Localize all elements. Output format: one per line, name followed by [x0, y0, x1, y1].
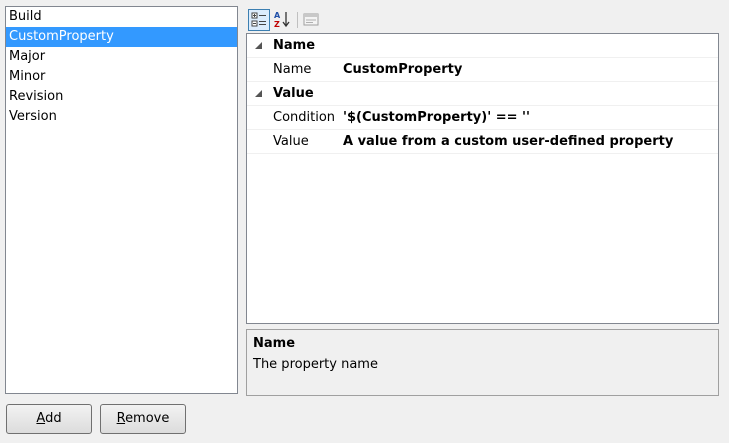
- list-item-minor[interactable]: Minor: [6, 67, 237, 87]
- list-item-revision[interactable]: Revision: [6, 87, 237, 107]
- add-button-mnemonic: A: [36, 411, 46, 426]
- category-label: Value: [273, 86, 314, 101]
- list-item-build[interactable]: Build: [6, 7, 237, 27]
- property-value[interactable]: CustomProperty: [343, 58, 462, 81]
- property-row-value[interactable]: Value A value from a custom user-defined…: [247, 130, 718, 154]
- property-name: Condition: [273, 110, 336, 125]
- property-grid[interactable]: Name Name CustomProperty Value Condition…: [246, 33, 719, 324]
- category-row-name[interactable]: Name: [247, 34, 718, 58]
- list-item-major[interactable]: Major: [6, 47, 237, 67]
- category-row-value[interactable]: Value: [247, 82, 718, 106]
- help-title: Name: [253, 336, 296, 351]
- property-name: Name: [273, 62, 312, 77]
- svg-text:A: A: [274, 11, 281, 20]
- property-value[interactable]: '$(CustomProperty)' == '': [343, 106, 530, 129]
- categorized-icon: [251, 12, 266, 27]
- property-list[interactable]: Build CustomProperty Major Minor Revisio…: [5, 6, 238, 394]
- sort-alphabetical-icon: A Z: [274, 11, 290, 29]
- property-value[interactable]: A value from a custom user-defined prope…: [343, 130, 673, 153]
- property-pages-icon: [303, 13, 319, 26]
- remove-button-label: emove: [125, 411, 170, 426]
- remove-button-mnemonic: R: [116, 411, 126, 426]
- collapse-triangle-icon[interactable]: [255, 42, 262, 49]
- toolbar-separator: [297, 12, 298, 28]
- remove-button[interactable]: Remove: [100, 404, 186, 434]
- property-row-condition[interactable]: Condition '$(CustomProperty)' == '': [247, 106, 718, 130]
- collapse-triangle-icon[interactable]: [255, 90, 262, 97]
- property-row-name[interactable]: Name CustomProperty: [247, 58, 718, 82]
- add-button-label: dd: [45, 411, 62, 426]
- property-pages-button[interactable]: [301, 9, 323, 31]
- property-name: Value: [273, 134, 309, 149]
- list-item-version[interactable]: Version: [6, 107, 237, 127]
- category-label: Name: [273, 38, 316, 53]
- alphabetical-button[interactable]: A Z: [272, 9, 294, 31]
- property-grid-toolbar: A Z: [247, 9, 327, 31]
- svg-text:Z: Z: [274, 20, 280, 29]
- add-button[interactable]: Add: [6, 404, 92, 434]
- help-description: The property name: [253, 357, 378, 372]
- categorized-button[interactable]: [248, 9, 270, 31]
- list-item-customproperty[interactable]: CustomProperty: [6, 27, 237, 47]
- property-help-pane: Name The property name: [246, 329, 719, 396]
